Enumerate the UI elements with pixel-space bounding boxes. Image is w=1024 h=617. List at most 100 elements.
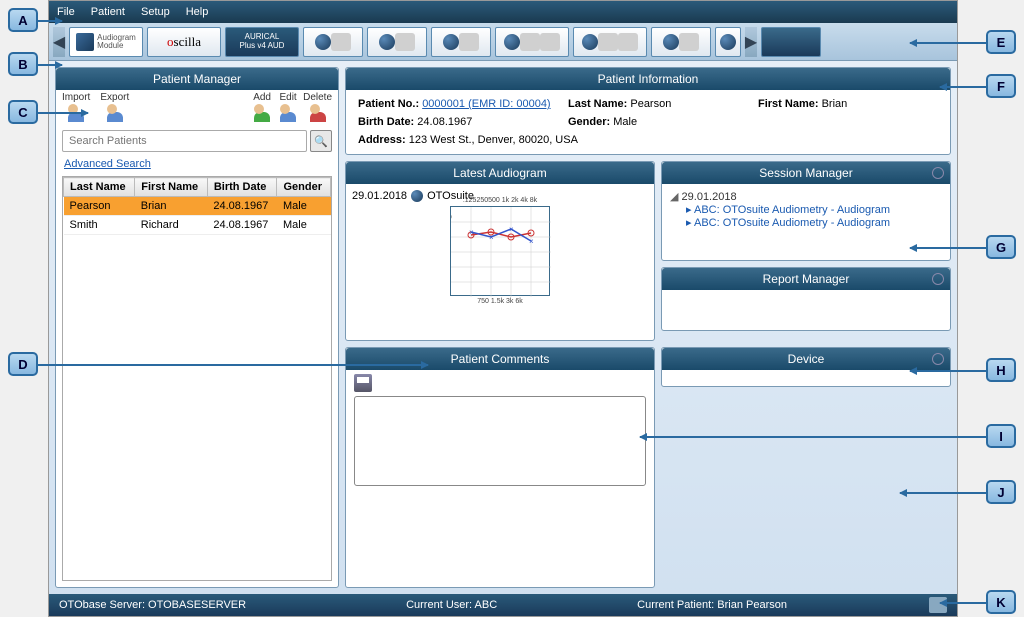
col-gender[interactable]: Gender <box>277 178 331 197</box>
advanced-search-link[interactable]: Advanced Search <box>56 155 338 173</box>
search-button[interactable]: 🔍 <box>310 130 332 152</box>
menu-setup[interactable]: Setup <box>141 6 170 18</box>
report-manager-header: Report Manager <box>662 268 950 290</box>
main-area: Patient Manager Import Export Add <box>49 61 957 594</box>
patient-info-body: Patient No.: 0000001 (EMR ID: 00004) Las… <box>346 90 950 154</box>
latest-audiogram-panel: Latest Audiogram 29.01.2018 OTOsuite .12… <box>345 161 655 341</box>
collapse-icon[interactable]: ◢ <box>670 191 678 203</box>
latest-audiogram-body: 29.01.2018 OTOsuite .125250500 1k 2k 4k … <box>346 184 654 302</box>
aurical-label-2: Plus v4 AUD <box>240 42 285 51</box>
status-patient: Current Patient: Brian Pearson <box>637 599 787 611</box>
patient-info-title: Patient Information <box>598 72 699 86</box>
ball-icon <box>379 34 395 50</box>
table-row[interactable]: Pearson Brian 24.08.1967 Male <box>64 197 331 216</box>
audiogram-label-2: Module <box>97 42 136 50</box>
toolbar-module-6[interactable] <box>651 27 711 57</box>
session-item-label: ABC: OTOsuite Audiometry - Audiogram <box>694 217 890 229</box>
patient-no-link[interactable]: 0000001 (EMR ID: 00004) <box>422 98 550 110</box>
callout-k: K <box>986 590 1016 614</box>
birth-date-value: 24.08.1967 <box>417 116 472 128</box>
cell-last: Smith <box>64 216 135 235</box>
menu-help[interactable]: Help <box>186 6 209 18</box>
person-icon <box>331 33 351 51</box>
ball-icon <box>504 34 520 50</box>
edit-button[interactable]: Edit <box>277 92 299 123</box>
add-icon <box>251 103 273 123</box>
status-user: Current User: ABC <box>406 599 497 611</box>
first-name-label: First Name: <box>758 98 819 110</box>
session-item[interactable]: ▸ ABC: OTOsuite Audiometry - Audiogram <box>670 216 942 229</box>
patient-manager-title: Patient Manager <box>153 72 241 86</box>
session-manager-body: ◢ 29.01.2018 ▸ ABC: OTOsuite Audiometry … <box>662 184 950 235</box>
gear-icon[interactable] <box>932 167 944 179</box>
audiogram-date: 29.01.2018 <box>352 190 407 202</box>
last-name-label: Last Name: <box>568 98 627 110</box>
callout-d: D <box>8 352 38 376</box>
toolbar-scroll-left[interactable]: ◀ <box>53 27 65 57</box>
comments-textarea[interactable] <box>354 396 646 486</box>
device-header: Device <box>662 348 950 370</box>
col-last-name[interactable]: Last Name <box>64 178 135 197</box>
cell-last: Pearson <box>64 197 135 216</box>
session-manager-title: Session Manager <box>759 166 852 180</box>
gear-icon[interactable] <box>932 273 944 285</box>
toolbar-module-4[interactable] <box>495 27 569 57</box>
address-label: Address: <box>358 134 406 146</box>
toolbar-module-1[interactable] <box>303 27 363 57</box>
table-row[interactable]: Smith Richard 24.08.1967 Male <box>64 216 331 235</box>
import-button[interactable]: Import <box>62 92 90 123</box>
toolbar-module-3[interactable] <box>431 27 491 57</box>
address-value: 123 West St., Denver, 80020, USA <box>409 134 578 146</box>
report-manager-title: Report Manager <box>763 272 850 286</box>
ball-icon <box>411 190 423 202</box>
toolbar-oscilla[interactable]: ooscillascilla <box>147 27 221 57</box>
callout-e: E <box>986 30 1016 54</box>
search-input[interactable] <box>62 130 307 152</box>
edit-icon <box>277 103 299 123</box>
gender-label: Gender: <box>568 116 610 128</box>
toolbar-module-7[interactable] <box>715 27 741 57</box>
patient-comments-title: Patient Comments <box>451 352 550 366</box>
person-icon <box>679 33 699 51</box>
toolbar-audiogram-module[interactable]: Audiogram Module <box>69 27 143 57</box>
latest-audiogram-header: Latest Audiogram <box>346 162 654 184</box>
export-label: Export <box>100 92 129 103</box>
callout-j: J <box>986 480 1016 504</box>
callout-c: C <box>8 100 38 124</box>
cell-first: Brian <box>135 197 208 216</box>
patient-comments-panel: Patient Comments <box>345 347 655 588</box>
session-manager-panel: Session Manager ◢ 29.01.2018 ▸ ABC: OTOs… <box>661 161 951 261</box>
ball-icon <box>315 34 331 50</box>
svg-text:×: × <box>489 233 494 242</box>
col-birth-date[interactable]: Birth Date <box>207 178 277 197</box>
callout-f: F <box>986 74 1016 98</box>
person-icon <box>520 33 540 51</box>
session-item[interactable]: ▸ ABC: OTOsuite Audiometry - Audiogram <box>670 203 942 216</box>
toolbar-module-5[interactable] <box>573 27 647 57</box>
gear-icon[interactable] <box>932 353 944 365</box>
audiogram-chart[interactable]: .125250500 1k 2k 4k 8k <box>450 206 550 296</box>
toolbar-settings-view[interactable] <box>761 27 821 57</box>
patient-manager-panel: Patient Manager Import Export Add <box>55 67 339 588</box>
menubar: File Patient Setup Help <box>49 1 957 23</box>
add-button[interactable]: Add <box>251 92 273 123</box>
audiogram-plot-icon: ×× ×× -10 <box>451 207 551 297</box>
birth-date-label: Birth Date: <box>358 116 414 128</box>
toolbar-scroll-right[interactable]: ▶ <box>745 27 757 57</box>
col-first-name[interactable]: First Name <box>135 178 208 197</box>
patient-comments-header: Patient Comments <box>346 348 654 370</box>
toolbar-module-2[interactable] <box>367 27 427 57</box>
export-button[interactable]: Export <box>100 92 129 123</box>
svg-text:×: × <box>529 237 534 246</box>
person-icon <box>540 33 560 51</box>
device-panel: Device <box>661 347 951 387</box>
toolbar-aurical[interactable]: AURICAL Plus v4 AUD <box>225 27 299 57</box>
last-name-value: Pearson <box>630 98 671 110</box>
edit-label: Edit <box>279 92 296 103</box>
delete-label: Delete <box>303 92 332 103</box>
delete-button[interactable]: Delete <box>303 92 332 123</box>
callout-a: A <box>8 8 38 32</box>
menu-patient[interactable]: Patient <box>91 6 125 18</box>
save-button[interactable] <box>354 374 372 392</box>
search-row: 🔍 <box>56 127 338 155</box>
